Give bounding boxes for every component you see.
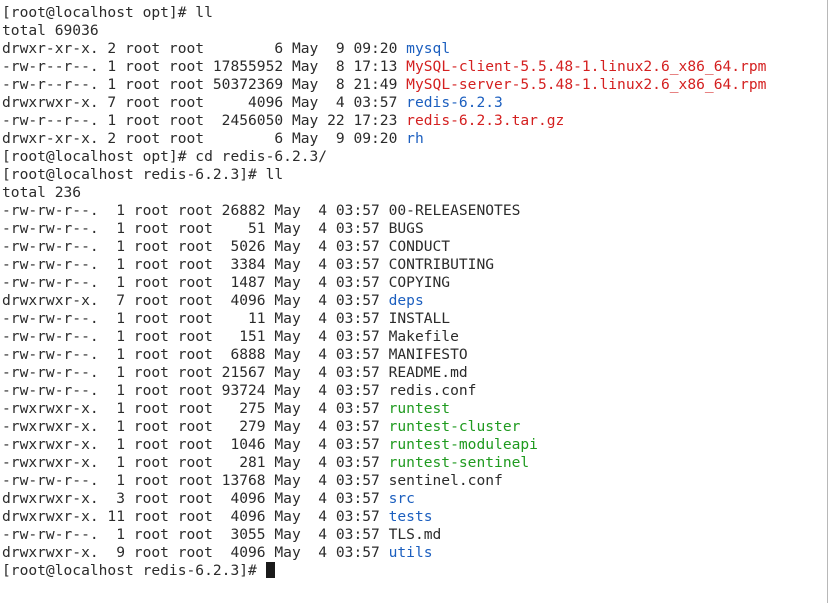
listing-row: -rwxrwxr-x. 1 root root 1046 May 4 03:57… xyxy=(2,436,827,454)
file-name-plain: INSTALL xyxy=(388,310,451,327)
output-line: total 69036 xyxy=(2,22,99,39)
file-attributes: drwxrwxr-x. 3 root root 4096 May 4 03:57 xyxy=(2,490,389,507)
file-name-plain: 00-RELEASENOTES xyxy=(388,202,521,219)
listing-row: -rw-rw-r--. 1 root root 3055 May 4 03:57… xyxy=(2,526,827,544)
listing-row: -rw-rw-r--. 1 root root 6888 May 4 03:57… xyxy=(2,346,827,364)
file-attributes: -rw-r--r--. 1 root root 17855952 May 8 1… xyxy=(2,58,407,75)
listing-row: -rw-r--r--. 1 root root 2456050 May 22 1… xyxy=(2,112,827,130)
file-attributes: -rw-rw-r--. 1 root root 3384 May 4 03:57 xyxy=(2,256,389,273)
listing-row: -rw-rw-r--. 1 root root 3384 May 4 03:57… xyxy=(2,256,827,274)
file-attributes: drwxr-xr-x. 2 root root 6 May 9 09:20 xyxy=(2,130,407,147)
file-name-dir: redis-6.2.3 xyxy=(406,94,503,111)
prompt-line[interactable]: [root@localhost redis-6.2.3]# xyxy=(2,562,827,580)
file-name-plain: CONDUCT xyxy=(388,238,451,255)
listing-row: -rw-rw-r--. 1 root root 51 May 4 03:57 B… xyxy=(2,220,827,238)
file-name-plain: CONTRIBUTING xyxy=(388,256,495,273)
file-name-rpm: MySQL-server-5.5.48-1.linux2.6_x86_64.rp… xyxy=(406,76,767,93)
listing-row: -rw-rw-r--. 1 root root 11 May 4 03:57 I… xyxy=(2,310,827,328)
listing-row: -rw-rw-r--. 1 root root 151 May 4 03:57 … xyxy=(2,328,827,346)
file-name-dir: mysql xyxy=(406,40,451,57)
file-name-rpm: MySQL-client-5.5.48-1.linux2.6_x86_64.rp… xyxy=(406,58,767,75)
file-attributes: -rw-rw-r--. 1 root root 11 May 4 03:57 xyxy=(2,310,389,327)
file-attributes: -rwxrwxr-x. 1 root root 279 May 4 03:57 xyxy=(2,418,389,435)
output-line: [root@localhost redis-6.2.3]# ll xyxy=(2,166,284,183)
file-attributes: -rw-rw-r--. 1 root root 3055 May 4 03:57 xyxy=(2,526,389,543)
listing-row: -rw-rw-r--. 1 root root 1487 May 4 03:57… xyxy=(2,274,827,292)
listing-row: -rw-rw-r--. 1 root root 26882 May 4 03:5… xyxy=(2,202,827,220)
file-attributes: -rwxrwxr-x. 1 root root 275 May 4 03:57 xyxy=(2,400,389,417)
file-name-plain: TLS.md xyxy=(388,526,442,543)
listing-row: -rw-r--r--. 1 root root 50372369 May 8 2… xyxy=(2,76,827,94)
listing-row: drwxrwxr-x. 7 root root 4096 May 4 03:57… xyxy=(2,94,827,112)
file-attributes: -rw-rw-r--. 1 root root 6888 May 4 03:57 xyxy=(2,346,389,363)
file-attributes: -rw-r--r--. 1 root root 2456050 May 22 1… xyxy=(2,112,407,129)
file-attributes: drwxrwxr-x. 11 root root 4096 May 4 03:5… xyxy=(2,508,389,525)
file-name-plain: BUGS xyxy=(388,220,424,237)
output-line: [root@localhost opt]# ll xyxy=(2,4,213,21)
file-attributes: -rw-rw-r--. 1 root root 51 May 4 03:57 xyxy=(2,220,389,237)
listing-row: -rw-rw-r--. 1 root root 21567 May 4 03:5… xyxy=(2,364,827,382)
file-name-dir: rh xyxy=(406,130,424,147)
file-name-dir: src xyxy=(388,490,415,507)
file-attributes: -rw-rw-r--. 1 root root 21567 May 4 03:5… xyxy=(2,364,389,381)
listing-row: drwxrwxr-x. 11 root root 4096 May 4 03:5… xyxy=(2,508,827,526)
file-name-exec: runtest xyxy=(388,400,451,417)
file-name-exec: runtest-cluster xyxy=(388,418,521,435)
file-attributes: -rw-rw-r--. 1 root root 93724 May 4 03:5… xyxy=(2,382,389,399)
file-attributes: -rw-rw-r--. 1 root root 5026 May 4 03:57 xyxy=(2,238,389,255)
file-name-dir: deps xyxy=(388,292,424,309)
listing-row: -rw-rw-r--. 1 root root 13768 May 4 03:5… xyxy=(2,472,827,490)
file-name-archive: redis-6.2.3.tar.gz xyxy=(406,112,565,129)
file-name-exec: runtest-moduleapi xyxy=(388,436,538,453)
output-line: [root@localhost opt]# cd redis-6.2.3/ xyxy=(2,148,328,165)
listing-row: -rwxrwxr-x. 1 root root 279 May 4 03:57 … xyxy=(2,418,827,436)
listing-row: -rw-rw-r--. 1 root root 5026 May 4 03:57… xyxy=(2,238,827,256)
text-cursor xyxy=(265,562,275,578)
terminal-output: [root@localhost opt]# ll total 69036 drwxr… xyxy=(2,4,827,562)
terminal-window[interactable]: [root@localhost opt]# ll total 69036 drwxr… xyxy=(0,0,828,603)
listing-row: drwxr-xr-x. 2 root root 6 May 9 09:20 my… xyxy=(2,40,827,58)
listing-row: -rwxrwxr-x. 1 root root 275 May 4 03:57 … xyxy=(2,400,827,418)
file-attributes: -rw-rw-r--. 1 root root 1487 May 4 03:57 xyxy=(2,274,389,291)
shell-prompt: [root@localhost redis-6.2.3]# xyxy=(2,562,266,579)
file-attributes: -rwxrwxr-x. 1 root root 1046 May 4 03:57 xyxy=(2,436,389,453)
listing-row: -rw-rw-r--. 1 root root 93724 May 4 03:5… xyxy=(2,382,827,400)
file-attributes: -rw-rw-r--. 1 root root 151 May 4 03:57 xyxy=(2,328,389,345)
file-name-exec: runtest-sentinel xyxy=(388,454,530,471)
file-attributes: -rwxrwxr-x. 1 root root 281 May 4 03:57 xyxy=(2,454,389,471)
listing-row: drwxrwxr-x. 9 root root 4096 May 4 03:57… xyxy=(2,544,827,562)
file-name-dir: tests xyxy=(388,508,433,525)
file-name-plain: redis.conf xyxy=(388,382,477,399)
file-name-plain: Makefile xyxy=(388,328,459,345)
listing-row: drwxrwxr-x. 3 root root 4096 May 4 03:57… xyxy=(2,490,827,508)
listing-row: drwxr-xr-x. 2 root root 6 May 9 09:20 rh xyxy=(2,130,827,148)
listing-row: drwxrwxr-x. 7 root root 4096 May 4 03:57… xyxy=(2,292,827,310)
file-name-plain: MANIFESTO xyxy=(388,346,468,363)
file-attributes: drwxrwxr-x. 9 root root 4096 May 4 03:57 xyxy=(2,544,389,561)
output-line: total 236 xyxy=(2,184,82,201)
listing-row: -rw-r--r--. 1 root root 17855952 May 8 1… xyxy=(2,58,827,76)
file-attributes: drwxrwxr-x. 7 root root 4096 May 4 03:57 xyxy=(2,292,389,309)
file-attributes: drwxr-xr-x. 2 root root 6 May 9 09:20 xyxy=(2,40,407,57)
file-attributes: drwxrwxr-x. 7 root root 4096 May 4 03:57 xyxy=(2,94,407,111)
file-attributes: -rw-r--r--. 1 root root 50372369 May 8 2… xyxy=(2,76,407,93)
listing-row: -rwxrwxr-x. 1 root root 281 May 4 03:57 … xyxy=(2,454,827,472)
file-attributes: -rw-rw-r--. 1 root root 26882 May 4 03:5… xyxy=(2,202,389,219)
file-name-plain: sentinel.conf xyxy=(388,472,503,489)
file-name-plain: COPYING xyxy=(388,274,451,291)
file-name-dir: utils xyxy=(388,544,433,561)
file-attributes: -rw-rw-r--. 1 root root 13768 May 4 03:5… xyxy=(2,472,389,489)
file-name-plain: README.md xyxy=(388,364,468,381)
